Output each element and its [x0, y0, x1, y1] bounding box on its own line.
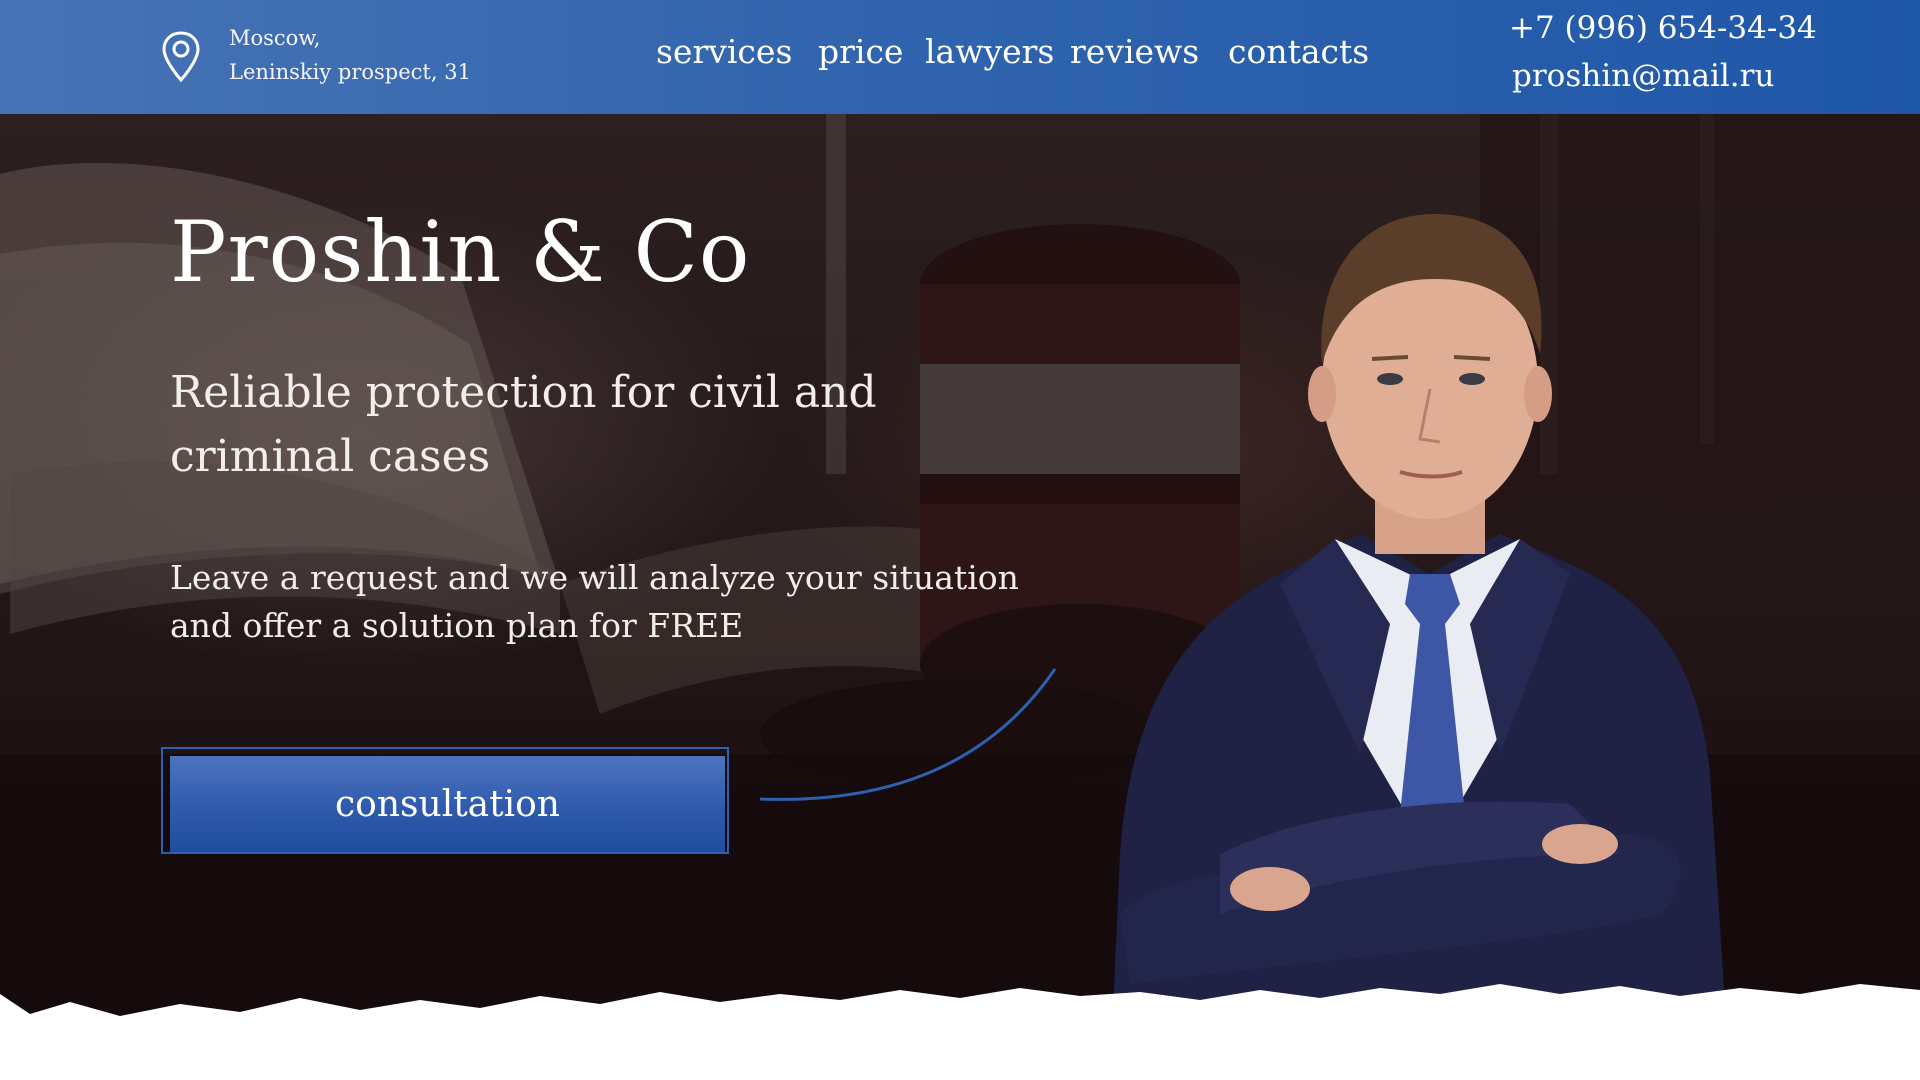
- map-pin-icon: [162, 31, 200, 83]
- landing-page: Moscow, Leninskiy prospect, 31 services …: [0, 0, 1920, 1080]
- address-street: Leninskiy prospect, 31: [229, 60, 471, 84]
- decorative-curve: [759, 668, 1057, 801]
- hero-section: Proshin & Co Reliable protection for civ…: [0, 114, 1920, 1080]
- address: Moscow, Leninskiy prospect, 31: [229, 21, 471, 89]
- nav-link-price[interactable]: price: [818, 30, 903, 74]
- nav-link-services[interactable]: services: [656, 30, 792, 74]
- address-city: Moscow,: [229, 26, 321, 50]
- nav-link-lawyers[interactable]: lawyers: [925, 30, 1054, 74]
- lawyer-portrait: [1110, 214, 1730, 1080]
- consultation-button[interactable]: consultation: [170, 756, 725, 852]
- hero-description: Leave a request and we will analyze your…: [170, 558, 1019, 645]
- hero-title: Proshin & Co: [170, 203, 751, 301]
- hero-subtitle: Reliable protection for civil and crimin…: [170, 367, 877, 482]
- nav-link-reviews[interactable]: reviews: [1070, 30, 1199, 74]
- phone-number[interactable]: +7 (996) 654-34-34: [1509, 8, 1817, 48]
- email-address[interactable]: proshin@mail.ru: [1512, 56, 1774, 96]
- site-header: Moscow, Leninskiy prospect, 31 services …: [0, 0, 1920, 114]
- nav-link-contacts[interactable]: contacts: [1228, 30, 1369, 74]
- torn-paper-edge: [0, 984, 1920, 1080]
